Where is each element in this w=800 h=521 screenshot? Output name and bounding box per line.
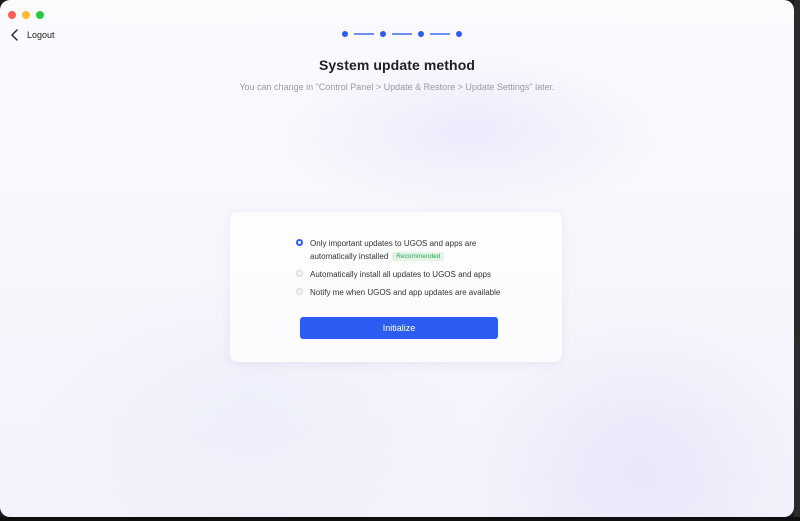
step-4-dot — [456, 31, 462, 37]
page-title: System update method — [318, 57, 476, 73]
background-edge — [0, 517, 800, 521]
step-connector — [392, 33, 412, 35]
step-connector — [354, 33, 374, 35]
page-subtitle: You can change in "Control Panel > Updat… — [239, 82, 555, 92]
radio-selected[interactable] — [296, 239, 303, 246]
radio-unselected[interactable] — [296, 288, 303, 295]
app-window: Logout System update method You can chan… — [0, 0, 794, 517]
option-label: Notify me when UGOS and app updates are … — [310, 288, 501, 297]
update-method-card: Only important updates to UGOS and apps … — [230, 212, 562, 362]
option-important-updates[interactable]: Only important updates to UGOS and apps … — [296, 237, 546, 263]
maximize-window-button[interactable] — [36, 11, 44, 19]
step-3-dot — [418, 31, 424, 37]
logout-button[interactable]: Logout — [10, 29, 55, 41]
minimize-window-button[interactable] — [22, 11, 30, 19]
progress-stepper — [342, 31, 462, 37]
step-2-dot — [380, 31, 386, 37]
update-options-group: Only important updates to UGOS and apps … — [296, 237, 546, 304]
option-label: Automatically install all updates to UGO… — [310, 270, 491, 279]
option-label-line1: Only important updates to UGOS and apps … — [310, 239, 477, 248]
radio-unselected[interactable] — [296, 270, 303, 277]
initialize-button[interactable]: Initialize — [300, 317, 498, 339]
option-label: Only important updates to UGOS and apps … — [310, 237, 476, 263]
option-notify-only[interactable]: Notify me when UGOS and app updates are … — [296, 286, 546, 299]
step-connector — [430, 33, 450, 35]
close-window-button[interactable] — [8, 11, 16, 19]
chevron-left-icon — [11, 29, 18, 41]
logout-label: Logout — [27, 30, 55, 40]
recommended-badge: Recommended — [392, 252, 445, 261]
window-controls — [8, 11, 44, 19]
step-1-dot — [342, 31, 348, 37]
option-label-line2: automatically installed — [310, 252, 389, 261]
background-edge — [794, 0, 800, 521]
option-all-updates[interactable]: Automatically install all updates to UGO… — [296, 268, 546, 281]
